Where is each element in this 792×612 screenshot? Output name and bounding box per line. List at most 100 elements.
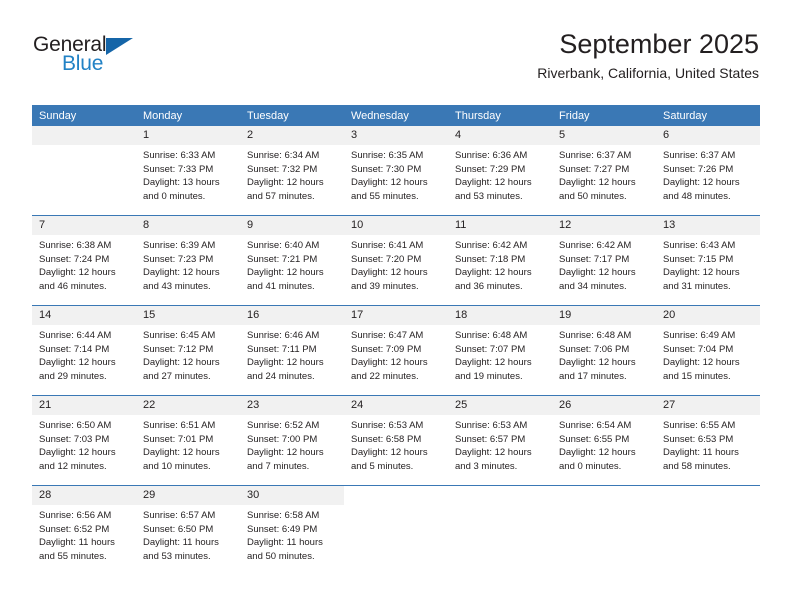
sunset-text: Sunset: 7:18 PM	[455, 253, 526, 265]
sunrise-text: Sunrise: 6:42 AM	[559, 240, 632, 251]
sunrise-text: Sunrise: 6:58 AM	[247, 510, 320, 521]
calendar-day-cell[interactable]: 1 Sunrise: 6:33 AM Sunset: 7:33 PM Dayli…	[136, 126, 240, 216]
day-info: Sunrise: 6:37 AM Sunset: 7:27 PM Dayligh…	[552, 145, 656, 203]
calendar-day-cell[interactable]: 13 Sunrise: 6:43 AM Sunset: 7:15 PM Dayl…	[656, 215, 760, 306]
weekday-header-wednesday: Wednesday	[344, 105, 448, 126]
calendar-day-cell[interactable]: 19 Sunrise: 6:48 AM Sunset: 7:06 PM Dayl…	[552, 305, 656, 396]
day-number: 14	[32, 306, 136, 325]
daylight-text-line2: and 0 minutes.	[143, 190, 206, 202]
logo-triangle-icon	[106, 38, 133, 55]
calendar-day-cell[interactable]: 14 Sunrise: 6:44 AM Sunset: 7:14 PM Dayl…	[32, 305, 136, 396]
sunrise-text: Sunrise: 6:44 AM	[39, 330, 112, 341]
sunrise-text: Sunrise: 6:34 AM	[247, 150, 320, 161]
calendar-day-cell[interactable]: 8 Sunrise: 6:39 AM Sunset: 7:23 PM Dayli…	[136, 215, 240, 306]
calendar-day-cell[interactable]: 12 Sunrise: 6:42 AM Sunset: 7:17 PM Dayl…	[552, 215, 656, 306]
calendar-day-cell[interactable]: 15 Sunrise: 6:45 AM Sunset: 7:12 PM Dayl…	[136, 305, 240, 396]
calendar-grid: Sunday Monday Tuesday Wednesday Thursday…	[32, 105, 760, 575]
sunrise-text: Sunrise: 6:35 AM	[351, 150, 424, 161]
day-number: 13	[656, 216, 760, 235]
calendar-day-cell[interactable]: 11 Sunrise: 6:42 AM Sunset: 7:18 PM Dayl…	[448, 215, 552, 306]
calendar-day-cell[interactable]: 3 Sunrise: 6:35 AM Sunset: 7:30 PM Dayli…	[344, 126, 448, 216]
logo-text-blue: Blue	[62, 52, 104, 75]
calendar-day-cell[interactable]: 22 Sunrise: 6:51 AM Sunset: 7:01 PM Dayl…	[136, 395, 240, 486]
day-info: Sunrise: 6:35 AM Sunset: 7:30 PM Dayligh…	[344, 145, 448, 203]
calendar-day-cell[interactable]: 16 Sunrise: 6:46 AM Sunset: 7:11 PM Dayl…	[240, 305, 344, 396]
calendar-day-cell[interactable]: 29 Sunrise: 6:57 AM Sunset: 6:50 PM Dayl…	[136, 485, 240, 575]
calendar-day-cell[interactable]: 26 Sunrise: 6:54 AM Sunset: 6:55 PM Dayl…	[552, 395, 656, 486]
sunrise-text: Sunrise: 6:51 AM	[143, 420, 216, 431]
daylight-text-line1: Daylight: 12 hours	[455, 267, 532, 278]
calendar-day-cell[interactable]: 30 Sunrise: 6:58 AM Sunset: 6:49 PM Dayl…	[240, 485, 344, 575]
calendar-day-cell[interactable]: 9 Sunrise: 6:40 AM Sunset: 7:21 PM Dayli…	[240, 215, 344, 306]
weekday-header-saturday: Saturday	[656, 105, 760, 126]
daylight-text-line2: and 39 minutes.	[351, 280, 419, 292]
sunrise-text: Sunrise: 6:49 AM	[663, 330, 736, 341]
sunset-text: Sunset: 6:55 PM	[559, 433, 630, 445]
day-number: 11	[448, 216, 552, 235]
day-number: 7	[32, 216, 136, 235]
calendar-day-cell[interactable]: 18 Sunrise: 6:48 AM Sunset: 7:07 PM Dayl…	[448, 305, 552, 396]
calendar-day-cell[interactable]: 24 Sunrise: 6:53 AM Sunset: 6:58 PM Dayl…	[344, 395, 448, 486]
day-info: Sunrise: 6:47 AM Sunset: 7:09 PM Dayligh…	[344, 325, 448, 383]
calendar-day-cell[interactable]: 7 Sunrise: 6:38 AM Sunset: 7:24 PM Dayli…	[32, 215, 136, 306]
daylight-text-line1: Daylight: 11 hours	[143, 537, 219, 548]
day-info: Sunrise: 6:49 AM Sunset: 7:04 PM Dayligh…	[656, 325, 760, 383]
day-number: 8	[136, 216, 240, 235]
day-number: 24	[344, 396, 448, 415]
daylight-text-line2: and 50 minutes.	[247, 550, 315, 562]
daylight-text-line1: Daylight: 12 hours	[351, 447, 428, 458]
daylight-text-line2: and 31 minutes.	[663, 280, 731, 292]
day-info: Sunrise: 6:53 AM Sunset: 6:58 PM Dayligh…	[344, 415, 448, 473]
sunset-text: Sunset: 7:09 PM	[351, 343, 422, 355]
weekday-header-tuesday: Tuesday	[240, 105, 344, 126]
calendar-day-cell[interactable]: 21 Sunrise: 6:50 AM Sunset: 7:03 PM Dayl…	[32, 395, 136, 486]
calendar-day-cell[interactable]: 4 Sunrise: 6:36 AM Sunset: 7:29 PM Dayli…	[448, 126, 552, 216]
calendar-day-cell[interactable]: 6 Sunrise: 6:37 AM Sunset: 7:26 PM Dayli…	[656, 126, 760, 216]
calendar-day-cell[interactable]: 25 Sunrise: 6:53 AM Sunset: 6:57 PM Dayl…	[448, 395, 552, 486]
daylight-text-line2: and 48 minutes.	[663, 190, 731, 202]
calendar-day-cell[interactable]: 27 Sunrise: 6:55 AM Sunset: 6:53 PM Dayl…	[656, 395, 760, 486]
day-number: 6	[656, 126, 760, 145]
sunrise-text: Sunrise: 6:57 AM	[143, 510, 216, 521]
sunset-text: Sunset: 7:07 PM	[455, 343, 526, 355]
daylight-text-line2: and 55 minutes.	[351, 190, 419, 202]
daylight-text-line1: Daylight: 12 hours	[663, 177, 740, 188]
calendar-day-cell[interactable]: 2 Sunrise: 6:34 AM Sunset: 7:32 PM Dayli…	[240, 126, 344, 216]
calendar-day-cell[interactable]: 28 Sunrise: 6:56 AM Sunset: 6:52 PM Dayl…	[32, 485, 136, 575]
calendar-day-cell[interactable]: 20 Sunrise: 6:49 AM Sunset: 7:04 PM Dayl…	[656, 305, 760, 396]
daylight-text-line1: Daylight: 12 hours	[351, 177, 428, 188]
day-info: Sunrise: 6:39 AM Sunset: 7:23 PM Dayligh…	[136, 235, 240, 293]
daylight-text-line1: Daylight: 12 hours	[143, 447, 220, 458]
sunrise-text: Sunrise: 6:37 AM	[663, 150, 736, 161]
page-header: General Blue September 2025 Riverbank, C…	[33, 28, 759, 102]
sunrise-text: Sunrise: 6:53 AM	[351, 420, 424, 431]
sunrise-text: Sunrise: 6:45 AM	[143, 330, 216, 341]
sunrise-text: Sunrise: 6:54 AM	[559, 420, 632, 431]
daylight-text-line2: and 24 minutes.	[247, 370, 315, 382]
daylight-text-line2: and 12 minutes.	[39, 460, 107, 472]
day-number	[32, 126, 136, 145]
daylight-text-line2: and 22 minutes.	[351, 370, 419, 382]
sunrise-text: Sunrise: 6:43 AM	[663, 240, 736, 251]
daylight-text-line2: and 41 minutes.	[247, 280, 315, 292]
day-info: Sunrise: 6:34 AM Sunset: 7:32 PM Dayligh…	[240, 145, 344, 203]
calendar-day-cell[interactable]: 23 Sunrise: 6:52 AM Sunset: 7:00 PM Dayl…	[240, 395, 344, 486]
daylight-text-line1: Daylight: 12 hours	[247, 357, 324, 368]
calendar-day-cell	[656, 485, 760, 575]
calendar-day-cell[interactable]: 5 Sunrise: 6:37 AM Sunset: 7:27 PM Dayli…	[552, 126, 656, 216]
day-info: Sunrise: 6:48 AM Sunset: 7:06 PM Dayligh…	[552, 325, 656, 383]
daylight-text-line1: Daylight: 12 hours	[247, 447, 324, 458]
sunrise-text: Sunrise: 6:37 AM	[559, 150, 632, 161]
calendar-day-cell[interactable]: 10 Sunrise: 6:41 AM Sunset: 7:20 PM Dayl…	[344, 215, 448, 306]
daylight-text-line1: Daylight: 12 hours	[39, 267, 116, 278]
day-info: Sunrise: 6:48 AM Sunset: 7:07 PM Dayligh…	[448, 325, 552, 383]
sunset-text: Sunset: 7:27 PM	[559, 163, 630, 175]
weekday-header-row: Sunday Monday Tuesday Wednesday Thursday…	[32, 105, 760, 126]
calendar-day-cell[interactable]: 17 Sunrise: 6:47 AM Sunset: 7:09 PM Dayl…	[344, 305, 448, 396]
daylight-text-line1: Daylight: 12 hours	[39, 447, 116, 458]
day-info: Sunrise: 6:40 AM Sunset: 7:21 PM Dayligh…	[240, 235, 344, 293]
day-number: 28	[32, 486, 136, 505]
day-info: Sunrise: 6:43 AM Sunset: 7:15 PM Dayligh…	[656, 235, 760, 293]
daylight-text-line1: Daylight: 12 hours	[351, 267, 428, 278]
day-info: Sunrise: 6:45 AM Sunset: 7:12 PM Dayligh…	[136, 325, 240, 383]
